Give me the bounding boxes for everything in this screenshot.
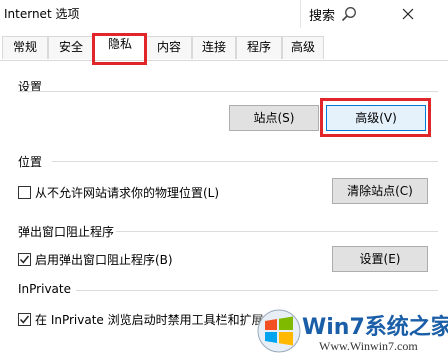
- tab-programs[interactable]: 程序: [236, 36, 282, 59]
- inprivate-divider: [76, 290, 438, 291]
- title-bar: Internet 选项 搜索: [0, 0, 448, 30]
- tab-general[interactable]: 常规: [2, 36, 48, 59]
- inprivate-checkbox-label: 在 InPrivate 浏览启动时禁用工具栏和扩展(T): [35, 313, 281, 327]
- popup-checkbox-row[interactable]: 启用弹出窗口阻止程序(B): [18, 251, 173, 268]
- inprivate-checkbox-row[interactable]: 在 InPrivate 浏览启动时禁用工具栏和扩展(T): [18, 311, 280, 328]
- settings-divider: [18, 91, 438, 92]
- popup-checkbox-label: 启用弹出窗口阻止程序(B): [35, 253, 173, 267]
- popup-divider: [116, 231, 438, 232]
- tab-security[interactable]: 安全: [48, 36, 94, 59]
- tab-advanced[interactable]: 高级: [282, 36, 324, 59]
- popup-checkbox[interactable]: [18, 253, 31, 266]
- watermark-url: Www.Winwin7.com: [319, 339, 418, 353]
- search-label: 搜索: [309, 8, 336, 24]
- inprivate-checkbox[interactable]: [18, 313, 31, 326]
- close-icon: [402, 8, 414, 20]
- inprivate-section-title: InPrivate: [18, 282, 71, 296]
- tab-content[interactable]: 内容: [146, 36, 192, 59]
- tab-strip: 常规 安全 隐私 内容 连接 程序 高级: [0, 33, 448, 63]
- window-title: Internet 选项: [4, 7, 80, 21]
- tab-connections[interactable]: 连接: [192, 36, 236, 59]
- location-divider: [52, 161, 438, 162]
- popup-section-title: 弹出窗口阻止程序: [18, 225, 115, 239]
- checkmark-icon: [19, 315, 30, 324]
- location-section-title: 位置: [18, 155, 43, 169]
- popup-settings-button[interactable]: 设置(E): [332, 246, 428, 272]
- watermark: Win7系统之家 Www.Winwin7.com: [255, 305, 448, 360]
- watermark-title: Win7系统之家: [302, 315, 448, 340]
- clear-sites-button[interactable]: 清除站点(C): [332, 178, 428, 204]
- search-icon: [341, 7, 356, 22]
- location-checkbox-label: 从不允许网站请求你的物理位置(L): [35, 186, 220, 200]
- settings-section-title: 设置: [18, 80, 43, 94]
- windows-logo-icon: [257, 309, 301, 353]
- location-checkbox[interactable]: [18, 186, 31, 199]
- checkmark-icon: [19, 255, 30, 264]
- location-checkbox-row[interactable]: 从不允许网站请求你的物理位置(L): [18, 184, 219, 201]
- sites-button[interactable]: 站点(S): [229, 105, 319, 131]
- search-button[interactable]: 搜索: [300, 0, 366, 28]
- close-button[interactable]: [368, 0, 448, 28]
- advanced-button-highlight: [320, 98, 431, 137]
- tab-privacy-highlight: [92, 33, 147, 65]
